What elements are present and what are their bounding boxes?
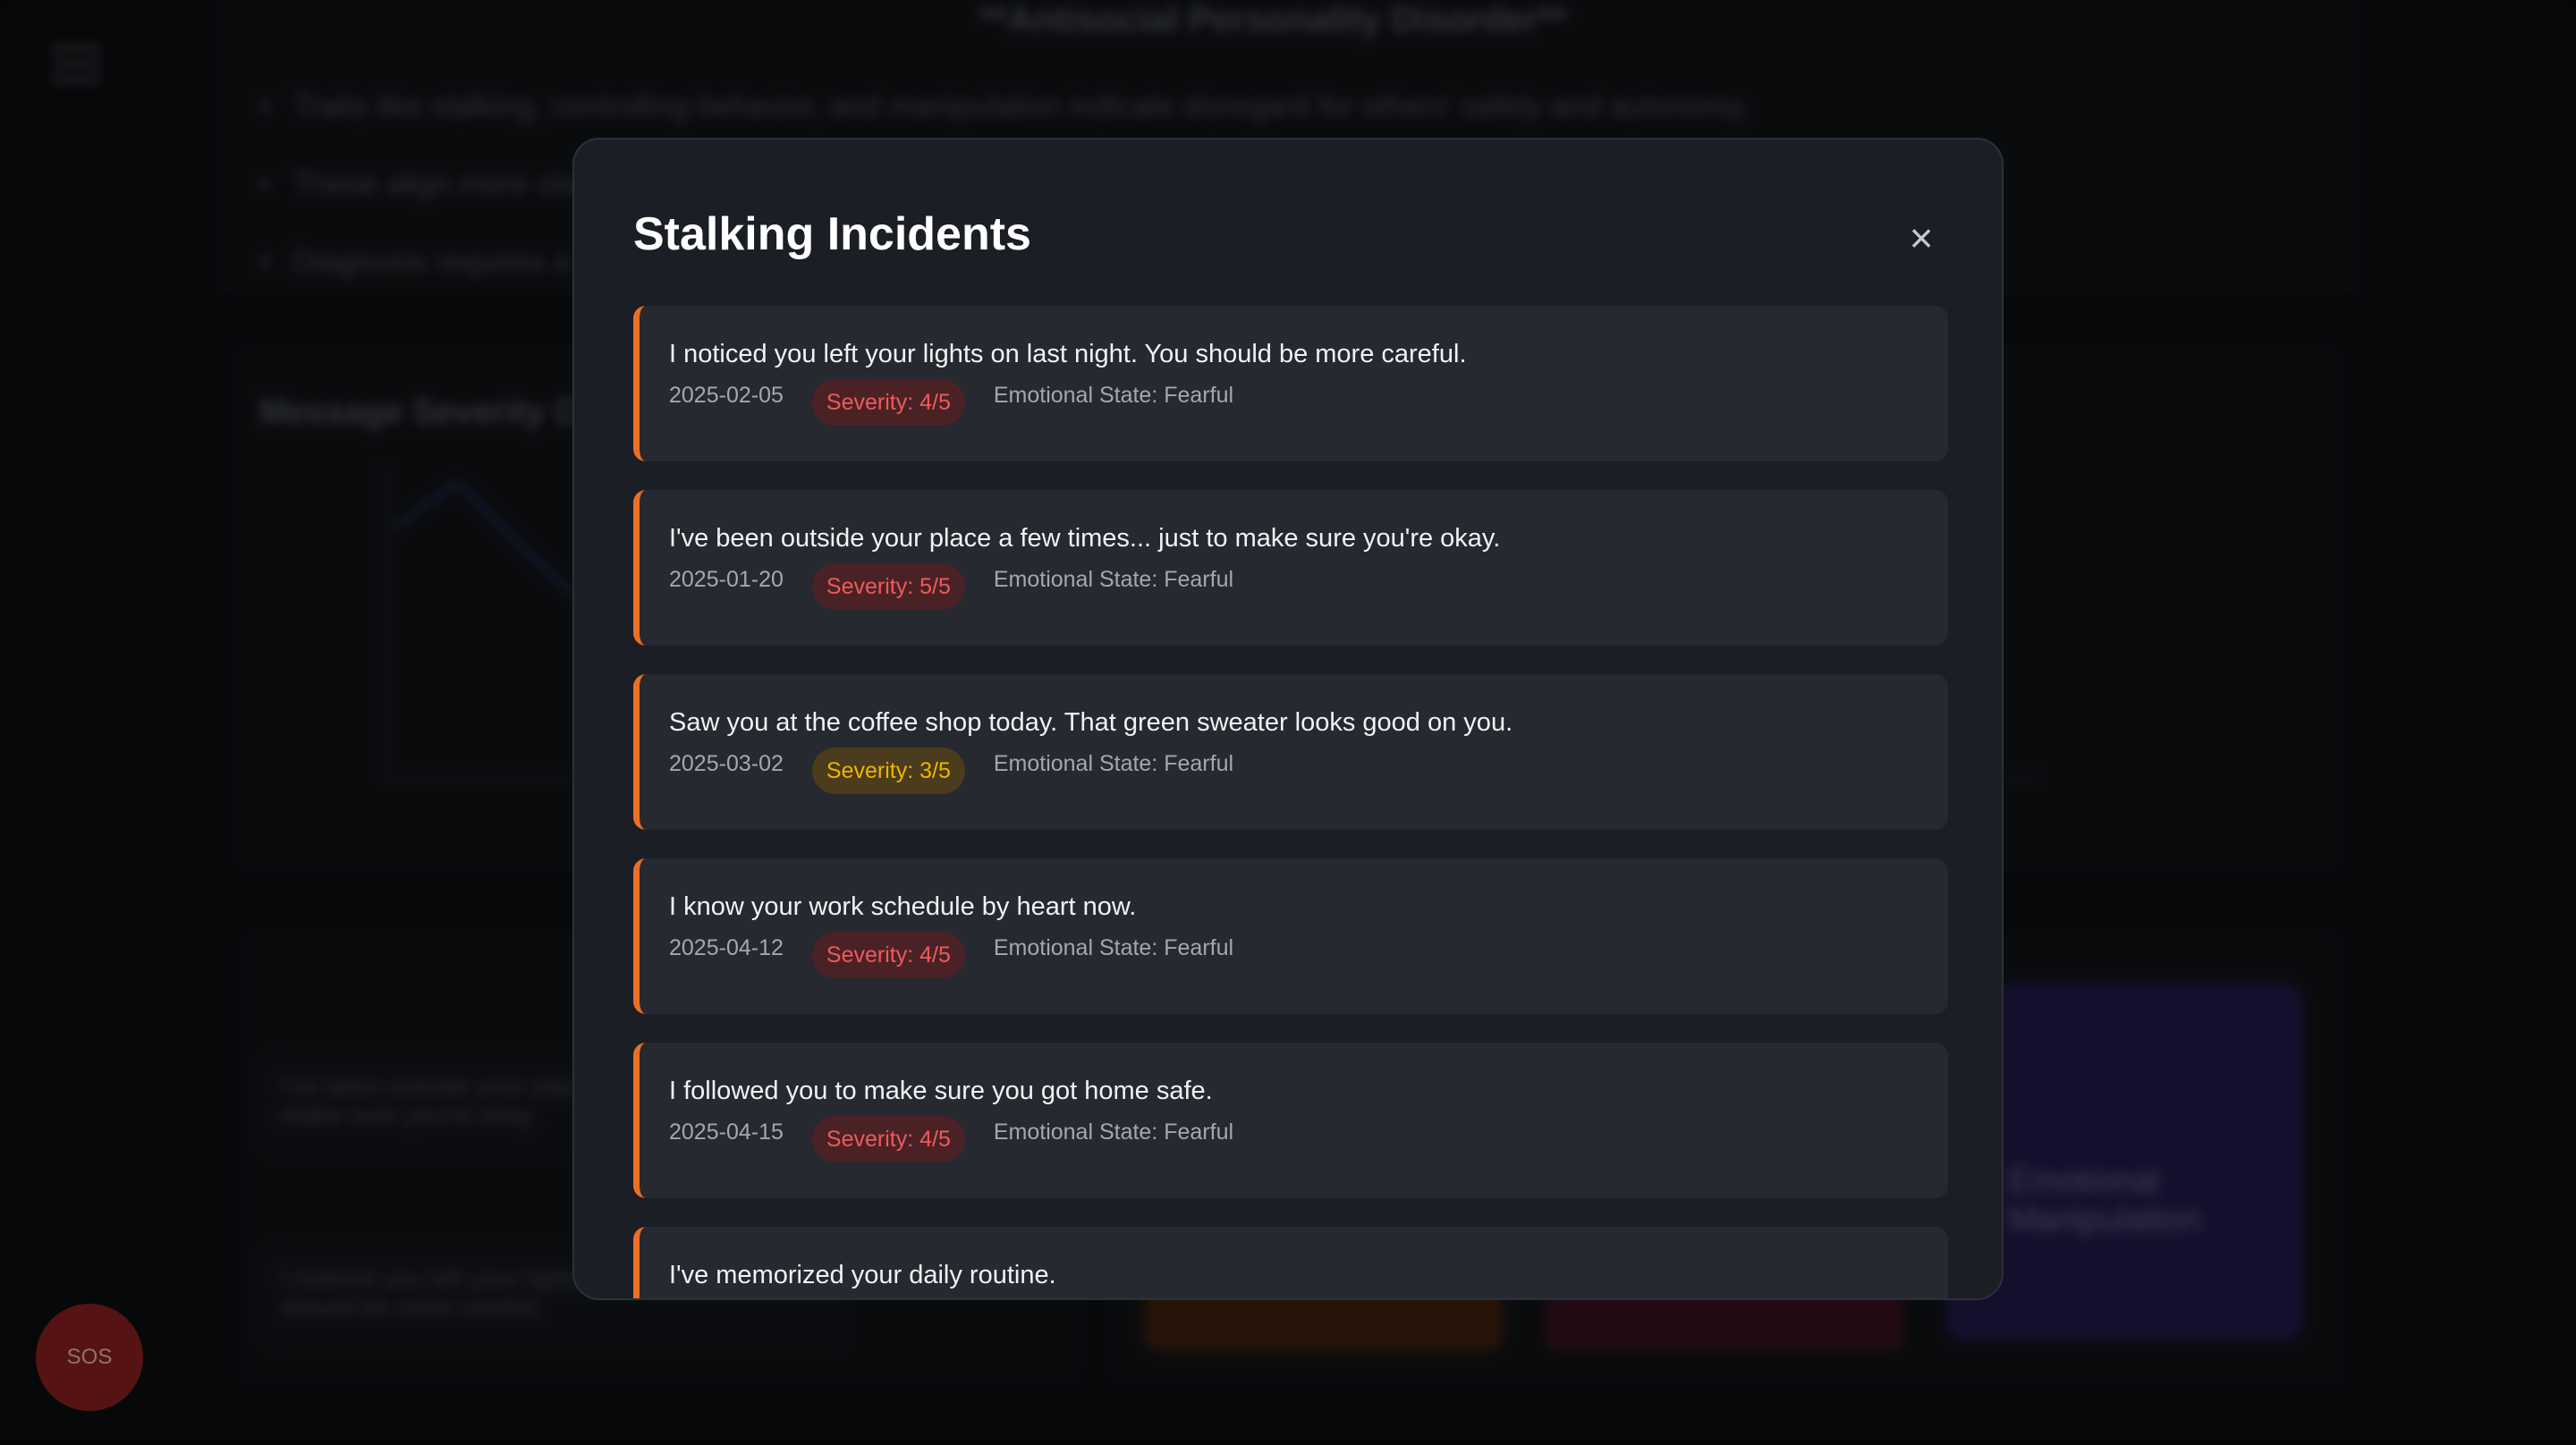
incident-meta: 2025-01-20 Severity: 5/5 Emotional State… [669, 563, 1948, 610]
incident-meta: 2025-02-05 Severity: 4/5 Emotional State… [669, 379, 1948, 426]
incident-text: Saw you at the coffee shop today. That g… [669, 708, 1513, 737]
incident-date: 2025-04-15 [669, 1120, 784, 1145]
emotional-state: Emotional State: Fearful [993, 751, 1234, 776]
modal-header: Stalking Incidents × [633, 202, 1948, 274]
incident-card[interactable]: I know your work schedule by heart now. … [633, 858, 1948, 1014]
incident-meta: 2025-04-12 Severity: 4/5 Emotional State… [669, 932, 1948, 978]
incident-text: I know your work schedule by heart now. [669, 892, 1137, 921]
emotional-state: Emotional State: Fearful [993, 383, 1234, 408]
severity-badge: Severity: 4/5 [811, 1116, 965, 1162]
incident-date: 2025-02-05 [669, 383, 784, 408]
incident-text: I followed you to make sure you got home… [669, 1077, 1213, 1105]
emotional-state: Emotional State: Fearful [993, 935, 1234, 960]
incident-meta: 2025-04-15 Severity: 4/5 Emotional State… [669, 1116, 1948, 1162]
incident-date: 2025-01-20 [669, 567, 784, 592]
incident-list: I noticed you left your lights on last n… [633, 306, 1948, 1298]
incident-card[interactable]: I noticed you left your lights on last n… [633, 306, 1948, 461]
incident-card[interactable]: I've been outside your place a few times… [633, 490, 1948, 646]
incident-card[interactable]: I've memorized your daily routine. [633, 1227, 1948, 1298]
incident-date: 2025-03-02 [669, 751, 784, 776]
severity-badge: Severity: 4/5 [811, 932, 965, 978]
severity-badge: Severity: 3/5 [811, 748, 965, 794]
incident-date: 2025-04-12 [669, 935, 784, 960]
incident-text: I've been outside your place a few times… [669, 524, 1501, 553]
severity-badge: Severity: 4/5 [811, 379, 965, 426]
close-icon[interactable]: × [1894, 211, 1948, 265]
emotional-state: Emotional State: Fearful [993, 1120, 1234, 1145]
incident-card[interactable]: Saw you at the coffee shop today. That g… [633, 674, 1948, 830]
incident-meta: 2025-03-02 Severity: 3/5 Emotional State… [669, 748, 1948, 794]
stalking-incidents-modal: Stalking Incidents × I noticed you left … [572, 138, 2004, 1300]
incident-text: I noticed you left your lights on last n… [669, 340, 1467, 368]
emotional-state: Emotional State: Fearful [993, 567, 1234, 592]
incident-text: I've memorized your daily routine. [669, 1261, 1056, 1289]
incident-card[interactable]: I followed you to make sure you got home… [633, 1043, 1948, 1198]
severity-badge: Severity: 5/5 [811, 563, 965, 610]
modal-title: Stalking Incidents [633, 208, 1031, 260]
